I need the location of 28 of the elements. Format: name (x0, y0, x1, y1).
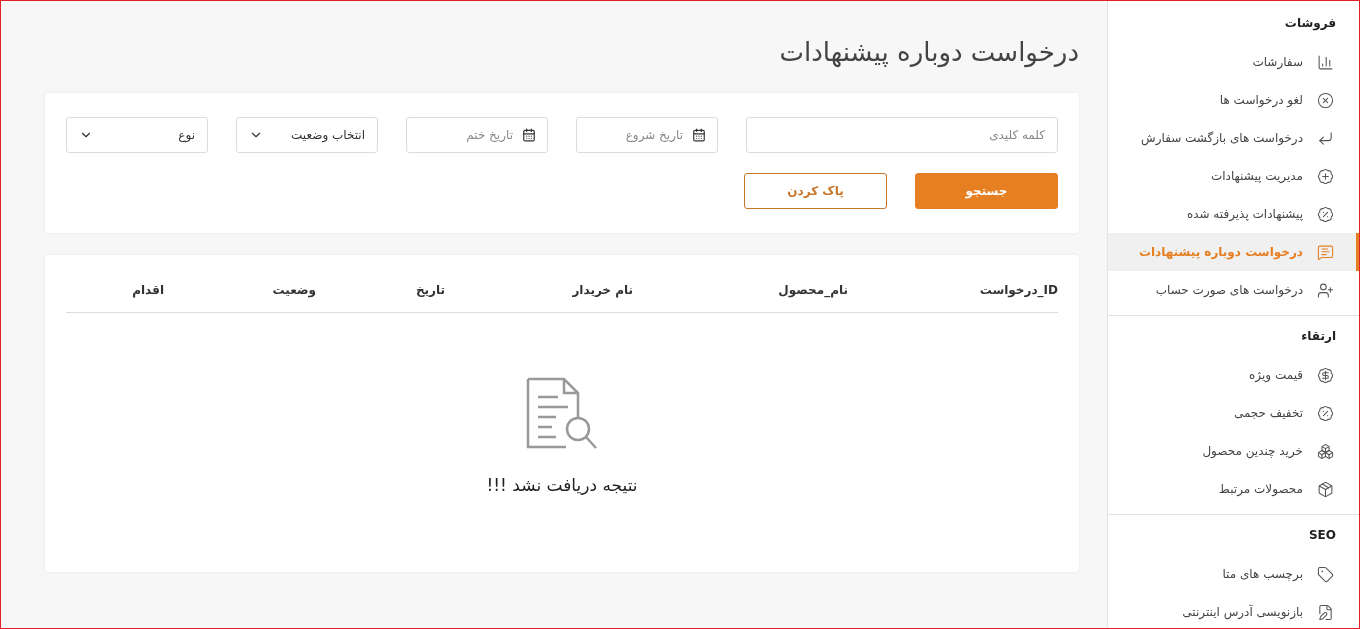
sidebar-section-title: ارتقاء (1300, 328, 1337, 345)
sidebar-item[interactable]: پیشنهادات پذیرفته شده (1108, 195, 1359, 233)
sidebar-item[interactable]: برچسب های متا (1108, 555, 1359, 593)
type-select[interactable]: نوع (66, 117, 208, 153)
column-header: اقدام (132, 283, 164, 297)
sidebar-item[interactable]: مدیریت پیشنهادات (1108, 157, 1359, 195)
sidebar-item[interactable]: تخفیف حجمی (1108, 394, 1359, 432)
sidebar-section-title: فروشات (1283, 15, 1337, 33)
status-select[interactable]: انتخاب وضعیت (236, 117, 378, 153)
sidebar-section-title: SEO (1307, 527, 1337, 544)
keyword-field[interactable]: کلمه کلیدی (746, 117, 1058, 153)
sidebar-item[interactable]: محصولات مرتبط (1108, 470, 1359, 508)
start-date-field[interactable]: تاریخ شروع (576, 117, 718, 153)
page-title: درخواست دوباره پیشنهادات (779, 37, 1079, 67)
column-header: وضعیت (272, 283, 316, 297)
sidebar-item[interactable]: درخواست های صورت حساب (1108, 271, 1359, 309)
sidebar-item[interactable]: درخواست های بازگشت سفارش (1108, 119, 1359, 157)
column-header: نام خریدار (572, 283, 633, 297)
empty-message: نتیجه دریافت نشد !!! (486, 475, 638, 495)
sidebar-item[interactable]: بازنویسی آدرس اینترنتی (1108, 593, 1359, 628)
sidebar-item[interactable]: قیمت ویژه (1108, 356, 1359, 394)
column-header: ID_درخواست (979, 283, 1058, 297)
sidebar-item[interactable]: خرید چندین محصول (1108, 432, 1359, 470)
column-header: نام_محصول (778, 283, 848, 297)
end-date-field[interactable]: تاریخ ختم (406, 117, 548, 153)
column-header: تاریخ (415, 283, 445, 297)
sidebar-item[interactable]: سفارشات (1108, 43, 1359, 81)
sidebar-item[interactable]: لغو درخواست ها (1108, 81, 1359, 119)
